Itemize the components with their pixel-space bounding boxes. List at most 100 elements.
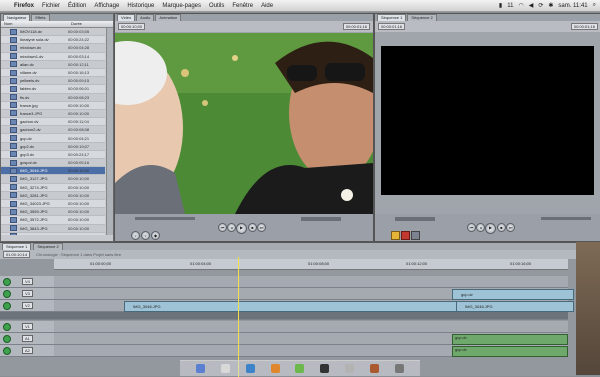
tab-sequence-2[interactable]: Séquence 2 (407, 14, 437, 21)
viewer-previous-edit-icon[interactable]: ⏮ (218, 223, 227, 232)
track-body[interactable] (54, 276, 568, 288)
timeline-clip[interactable]: gcp.dv (452, 289, 574, 300)
viewer-stop-icon[interactable]: ■ (248, 223, 257, 232)
file-row[interactable]: villane.dv 00:00:16;13 (1, 68, 105, 78)
tab-effets[interactable]: Effets (31, 14, 50, 21)
timeline-ruler[interactable]: 01:00:00;00 01:00:04;00 01:00:08;00 01:0… (54, 259, 568, 270)
tab-animation[interactable]: Animation (155, 14, 182, 21)
canvas-play-icon[interactable]: ▶ (485, 223, 496, 234)
canvas-jog[interactable] (541, 217, 591, 220)
viewer-mark-in-icon[interactable]: ▿ (131, 231, 140, 240)
file-row[interactable]: fabien.dv 00:00:06;01 (1, 85, 105, 94)
menu-outils[interactable]: Outils (209, 3, 224, 9)
canvas-shuttle[interactable] (395, 217, 435, 221)
dashboard-icon[interactable] (220, 364, 230, 373)
viewer-marker-icon[interactable]: ◆ (151, 231, 160, 240)
track-body[interactable] (54, 321, 568, 333)
volume-icon[interactable]: ◀ (529, 2, 534, 9)
menu-edition[interactable]: Édition (68, 3, 86, 9)
file-row[interactable]: IMG_3843.JPG 00:00:10;00 (1, 225, 105, 233)
itunes-icon[interactable] (370, 364, 380, 373)
canvas-next-edit-icon[interactable]: ⏭ (506, 223, 515, 232)
track-visibility-icon[interactable] (3, 290, 11, 298)
file-row[interactable]: mixdown.dv 00:00:04;28 (1, 44, 105, 53)
col-duration[interactable]: Durée (68, 21, 82, 27)
track-audio-icon[interactable] (3, 347, 11, 355)
file-row[interactable]: IMG_34023.JPG 00:00:10;00 (1, 199, 105, 209)
file-row[interactable]: gachon.dv 00:00:11;04 (1, 118, 105, 127)
file-row[interactable]: gcp2.dv 00:00:19;07 (1, 143, 105, 151)
finder-icon[interactable] (195, 364, 205, 373)
audio-clip[interactable]: gcp.dv (452, 346, 568, 357)
tab-timeline-sequence-2[interactable]: Séquence 2 (33, 243, 63, 250)
track-visibility-icon[interactable] (3, 323, 11, 331)
tab-audio[interactable]: Audio (136, 14, 155, 21)
timeline-playhead[interactable] (238, 257, 239, 377)
file-row[interactable]: IMG_3274.JPG 00:00:10;00 (1, 183, 105, 192)
viewer-play-icon[interactable]: ▶ (236, 223, 247, 234)
file-row[interactable]: IMOV118.dv 00:00:03;05 (1, 28, 105, 37)
wifi-icon[interactable]: ◠ (518, 2, 523, 9)
file-row[interactable]: IMG_3281.JPG 00:00:10;00 (1, 192, 105, 200)
file-row[interactable]: Ikealyne sola.dv 00:00:24;22 (1, 36, 105, 45)
spotlight-icon[interactable]: ⌕ (593, 2, 596, 9)
overwrite-edit-icon[interactable] (401, 231, 410, 240)
insert-edit-icon[interactable] (391, 231, 400, 240)
menu-fenetre[interactable]: Fenêtre (232, 3, 253, 9)
file-row[interactable]: fls.dv 00:00:08;23 (1, 94, 105, 102)
file-row[interactable]: france3.JPG 00:00:10;00 (1, 110, 105, 119)
file-row[interactable]: yellwels.dv 00:00:09;15 (1, 77, 105, 86)
canvas-duration[interactable]: 00:00:01;16 (378, 23, 406, 30)
viewer-next-edit-icon[interactable]: ⏭ (257, 223, 266, 232)
file-row[interactable]: allan.dv 00:00:12;11 (1, 61, 105, 69)
canvas-previous-edit-icon[interactable]: ⏮ (467, 223, 476, 232)
file-row[interactable]: IMG_3318.JPG00:00:10;00 (1, 232, 105, 235)
canvas-timecode[interactable]: 00:00:01;16 (570, 23, 598, 30)
file-row[interactable]: gachon2.dv 00:00:08;08 (1, 126, 105, 135)
tab-sequence-1[interactable]: Séquence 1 (377, 14, 407, 21)
track-label[interactable]: A1 (22, 335, 33, 342)
menu-fichier[interactable]: Fichier (42, 3, 60, 9)
tab-video[interactable]: Vidéo (117, 14, 136, 21)
replace-edit-icon[interactable] (411, 231, 420, 240)
timeline-clip[interactable]: IMG_3046.JPG (124, 301, 464, 312)
track-label[interactable]: V1 (22, 323, 33, 330)
menu-app-firefox[interactable]: Firefox (14, 3, 34, 9)
track-body[interactable]: IMG_3046.JPG IMG_3046.JPG (54, 300, 574, 312)
track-label[interactable]: V3 (22, 290, 33, 297)
clock[interactable]: sam. 11:41 (558, 3, 587, 9)
file-row[interactable]: france.jpg 00:00:10;00 (1, 101, 105, 110)
track-label[interactable]: V2 (22, 302, 33, 309)
viewer-jog[interactable] (135, 217, 195, 220)
file-row[interactable]: IMG_3572.JPG 00:00:10;00 (1, 216, 105, 225)
tab-timeline-sequence-1[interactable]: Séquence 1 (2, 243, 32, 250)
battery-icon[interactable]: ▮ (499, 2, 502, 9)
final-cut-icon[interactable] (320, 364, 330, 373)
file-row[interactable]: mixdown1.dv 00:00:03;14 (1, 52, 105, 61)
viewer-play-around-icon[interactable]: ◂ (227, 223, 236, 232)
trash-icon[interactable] (395, 364, 405, 373)
preferences-icon[interactable] (345, 364, 355, 373)
browser-scrollbar[interactable] (106, 28, 113, 235)
file-row[interactable]: IMG_3559.JPG 00:00:10;00 (1, 208, 105, 217)
bluetooth-icon[interactable]: ✱ (548, 2, 553, 9)
track-body[interactable]: gcp.dv (54, 288, 574, 300)
canvas-video[interactable] (381, 46, 594, 195)
canvas-play-around-icon[interactable]: ◂ (476, 223, 485, 232)
audio-clip[interactable]: gcp.dv (452, 334, 568, 345)
timeline-timecode[interactable]: 01:00:10;14 (3, 251, 31, 258)
track-body[interactable]: gcp.dv (54, 345, 568, 357)
track-label[interactable]: V4 (22, 278, 33, 285)
firefox-icon[interactable] (270, 364, 280, 373)
viewer-timecode[interactable]: 00:00:01;16 (342, 23, 370, 30)
menu-marque-pages[interactable]: Marque-pages (162, 3, 201, 9)
tab-navigateur[interactable]: Navigateur (3, 14, 31, 21)
viewer-shuttle[interactable] (301, 217, 341, 221)
viewer-mark-out-icon[interactable]: ▿ (141, 231, 150, 240)
file-row[interactable]: IMG_3046.JPG 00:00:10;00 (1, 167, 105, 176)
col-name[interactable]: Nom (1, 21, 68, 27)
track-visibility-icon[interactable] (3, 302, 11, 310)
file-row[interactable]: gcp.dv 00:00:04;21 (1, 134, 105, 143)
messages-icon[interactable] (295, 364, 305, 373)
menu-affichage[interactable]: Affichage (94, 3, 119, 9)
